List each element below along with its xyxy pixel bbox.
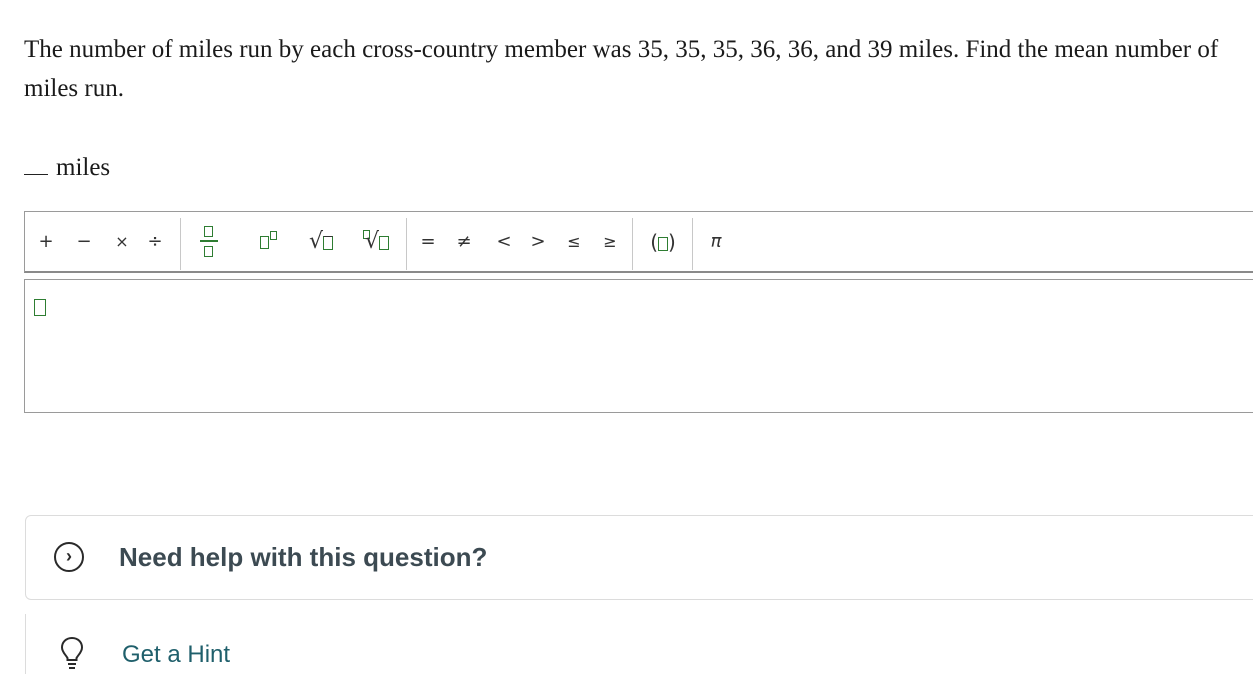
paren-close-icon: ) xyxy=(668,230,676,254)
math-answer-input[interactable] xyxy=(24,279,1253,413)
toolbar-divider xyxy=(632,218,633,270)
get-hint-link[interactable]: Get a Hint xyxy=(122,638,230,672)
greater-than-button[interactable]: > xyxy=(525,224,551,260)
plus-button[interactable]: + xyxy=(33,224,59,260)
nth-root-icon: √ xyxy=(364,229,380,254)
toolbar-divider xyxy=(692,218,693,270)
math-toolbar: + − × ÷ √ √ = ≠ < > ≤ ≥ () π xyxy=(24,211,1253,273)
parentheses-box-icon xyxy=(658,236,668,251)
nth-root-box-icon xyxy=(379,236,390,250)
square-root-button[interactable]: √ xyxy=(301,224,341,260)
answer-line: miles xyxy=(24,150,110,184)
minus-button[interactable]: − xyxy=(71,224,97,260)
fraction-denominator-icon xyxy=(204,246,213,257)
fraction-numerator-icon xyxy=(204,226,213,237)
answer-unit: miles xyxy=(56,154,111,181)
exponent-power-icon xyxy=(269,231,277,240)
fraction-bar-icon xyxy=(200,240,218,242)
question-text: The number of miles run by each cross-co… xyxy=(24,36,1219,102)
lightbulb-icon xyxy=(60,636,84,669)
less-equal-button[interactable]: ≤ xyxy=(561,224,587,260)
exponent-base-icon xyxy=(259,235,269,249)
times-button[interactable]: × xyxy=(109,224,135,260)
equals-button[interactable]: = xyxy=(415,224,441,260)
greater-equal-button[interactable]: ≥ xyxy=(597,224,623,260)
hint-row[interactable]: Get a Hint xyxy=(25,614,1253,674)
square-root-icon: √ xyxy=(308,229,324,254)
pi-button[interactable]: π xyxy=(703,224,729,260)
toolbar-divider xyxy=(180,218,181,270)
chevron-right-icon[interactable]: › xyxy=(54,542,84,572)
help-title[interactable]: Need help with this question? xyxy=(119,540,487,574)
fraction-button[interactable] xyxy=(197,220,221,264)
not-equal-button[interactable]: ≠ xyxy=(451,224,477,260)
answer-blank[interactable] xyxy=(24,150,48,175)
nth-root-button[interactable]: √ xyxy=(355,224,397,260)
less-than-button[interactable]: < xyxy=(491,224,517,260)
divide-button[interactable]: ÷ xyxy=(142,224,168,260)
parentheses-button[interactable]: () xyxy=(643,224,683,260)
exponent-button[interactable] xyxy=(253,224,283,260)
square-root-box-icon xyxy=(323,236,334,250)
placeholder-box-icon xyxy=(34,299,46,316)
toolbar-divider xyxy=(406,218,407,270)
help-panel[interactable]: › Need help with this question? xyxy=(25,515,1253,600)
paren-open-icon: ( xyxy=(650,230,658,254)
